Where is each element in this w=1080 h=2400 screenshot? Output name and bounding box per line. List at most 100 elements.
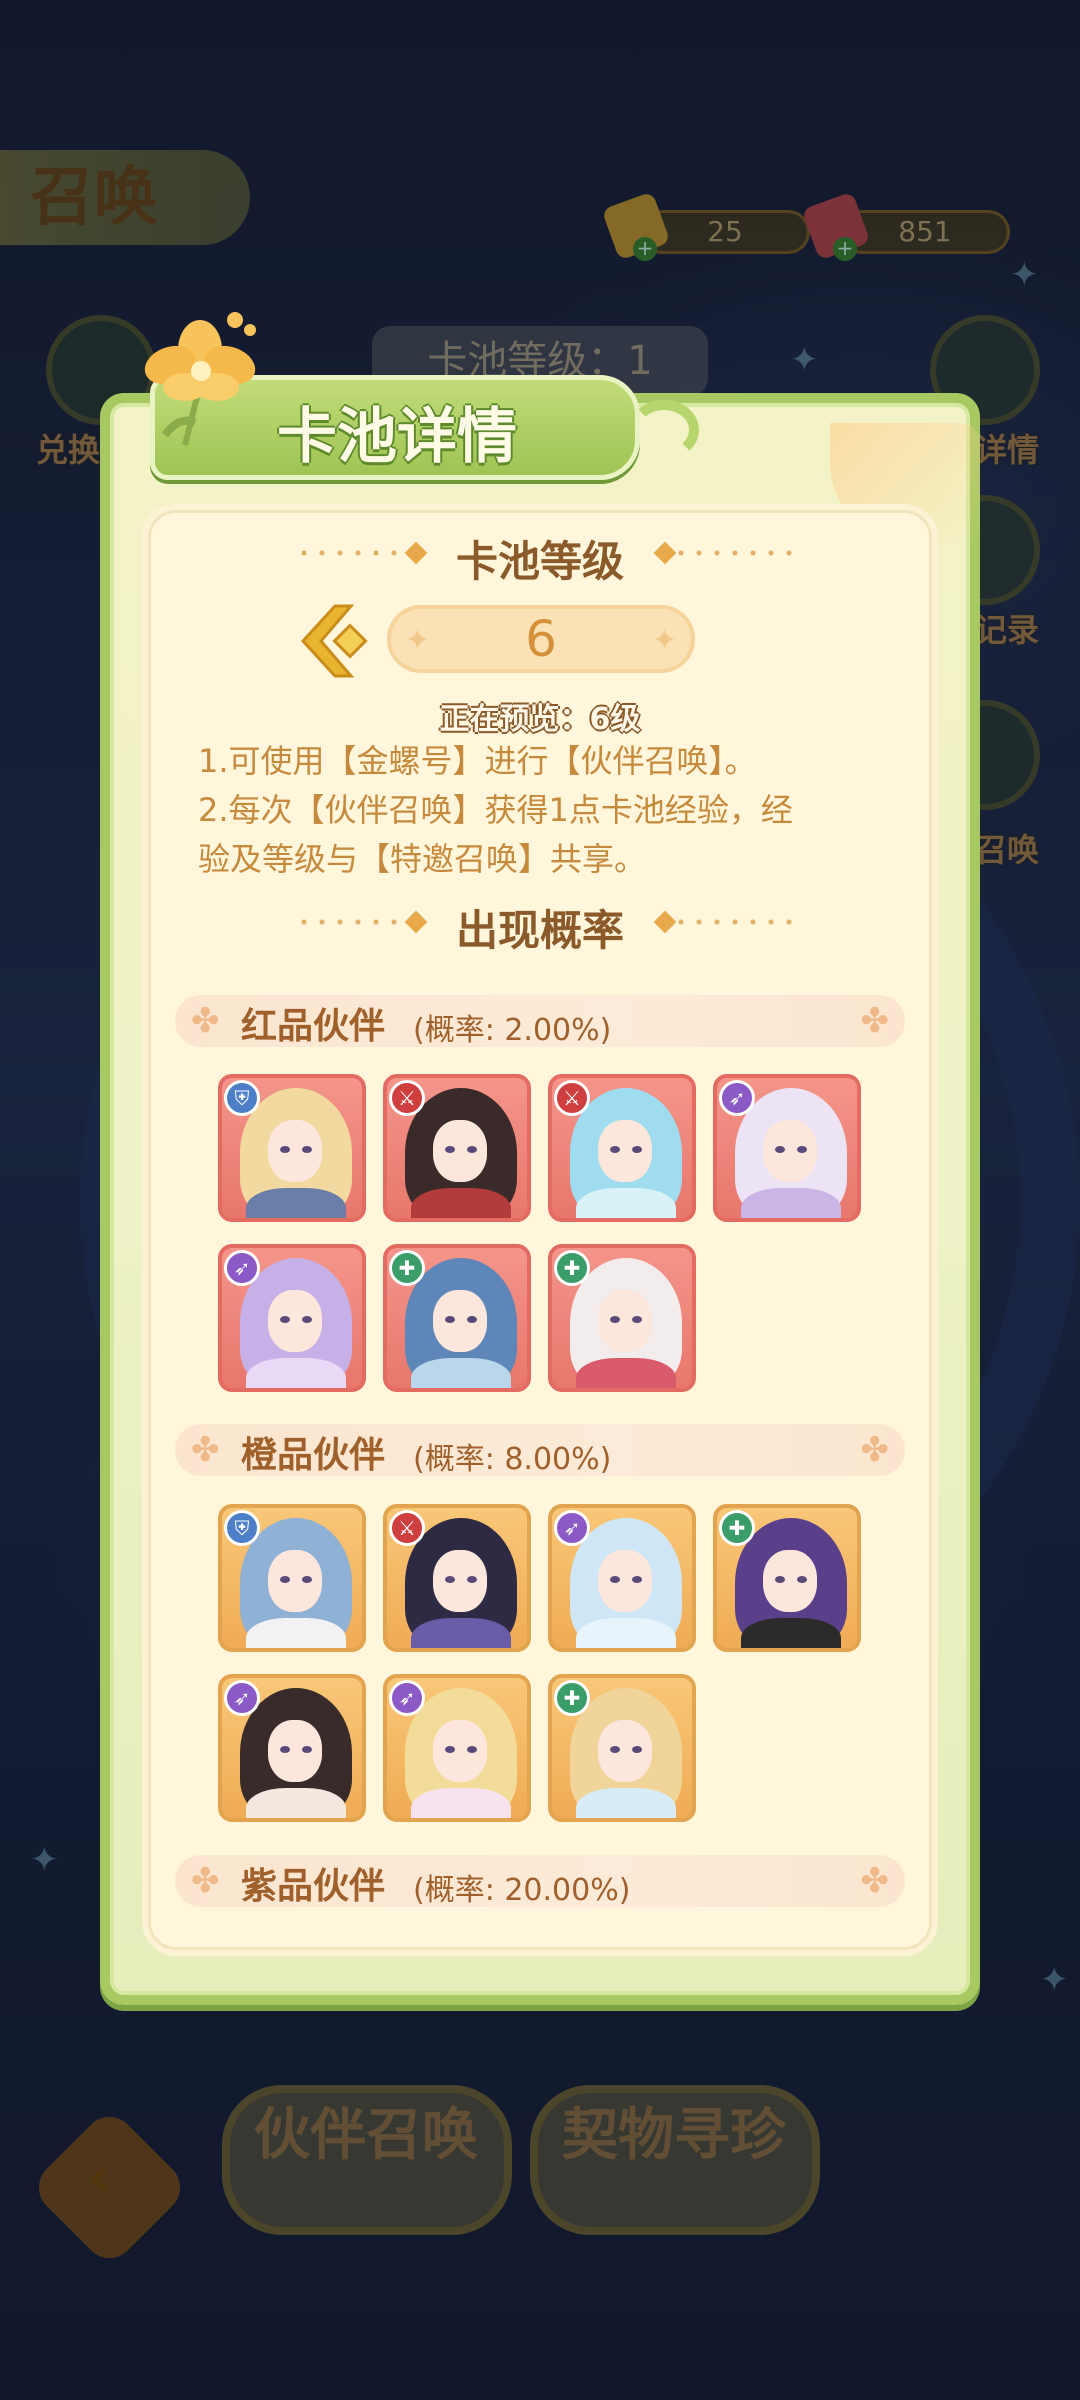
flower-icon xyxy=(144,312,256,446)
heal-icon: ✚ xyxy=(554,1250,590,1286)
tier-purple-header: ✤ 紫品伙伴 (概率: 20.00%) ✤ xyxy=(175,1855,905,1908)
clover-icon: ✤ xyxy=(191,1430,220,1470)
partner-card[interactable]: ✚ xyxy=(548,1674,696,1822)
diamond-decor xyxy=(404,910,428,934)
portrait-eye xyxy=(775,1146,785,1153)
portrait-eye xyxy=(632,1316,642,1323)
dots-decor xyxy=(672,919,802,925)
tier-name: 橙品伙伴 xyxy=(241,1435,386,1476)
portrait-eye xyxy=(302,1316,312,1323)
portrait-eye xyxy=(467,1146,477,1153)
rate-section-header: 出现概率 xyxy=(0,897,1080,958)
clover-icon: ✤ xyxy=(191,1001,220,1041)
portrait-eye xyxy=(632,1746,642,1753)
sword-icon: ⚔ xyxy=(389,1080,425,1116)
portrait-eye xyxy=(467,1746,477,1753)
shield-icon: ⛨ xyxy=(224,1510,260,1546)
swirl-decor xyxy=(629,400,699,460)
partner-card[interactable]: ➶ xyxy=(218,1244,366,1392)
dialog-title: 卡池详情 xyxy=(277,402,517,472)
portrait-eye xyxy=(445,1576,455,1583)
portrait-face xyxy=(598,1720,652,1782)
portrait-face xyxy=(598,1120,652,1182)
partner-card[interactable]: ⚔ xyxy=(383,1504,531,1652)
portrait-eye xyxy=(445,1316,455,1323)
sword-icon: ⚔ xyxy=(389,1510,425,1546)
tier-name: 紫品伙伴 xyxy=(241,1866,386,1907)
tier-name: 红品伙伴 xyxy=(241,1006,386,1047)
pool-description: 1.可使用【金螺号】进行【伙伴召唤】。 2.每次【伙伴召唤】获得1点卡池经验，经… xyxy=(198,737,848,884)
description-line: 1.可使用【金螺号】进行【伙伴召唤】。 xyxy=(198,742,757,780)
portrait-face xyxy=(763,1550,817,1612)
portrait-body xyxy=(246,1618,346,1648)
portrait-body xyxy=(576,1188,676,1218)
portrait-body xyxy=(411,1788,511,1818)
clover-icon: ✤ xyxy=(860,1861,890,1901)
heal-icon: ✚ xyxy=(719,1510,755,1546)
level-value: 6 xyxy=(525,610,557,668)
portrait-eye xyxy=(280,1316,290,1323)
sword-icon: ⚔ xyxy=(554,1080,590,1116)
partner-card[interactable]: ⚔ xyxy=(383,1074,531,1222)
partner-card[interactable]: ⚔ xyxy=(548,1074,696,1222)
clover-icon: ✤ xyxy=(860,1430,890,1470)
heal-icon: ✚ xyxy=(389,1250,425,1286)
portrait-eye xyxy=(445,1746,455,1753)
portrait-body xyxy=(246,1188,346,1218)
portrait-body xyxy=(411,1358,511,1388)
tier-orange-header: ✤ 橙品伙伴 (概率: 8.00%) ✤ xyxy=(175,1424,905,1477)
partner-card[interactable]: ➶ xyxy=(548,1504,696,1652)
diamond-decor xyxy=(404,541,428,565)
portrait-body xyxy=(411,1188,511,1218)
partner-card[interactable]: ✚ xyxy=(548,1244,696,1392)
partner-card[interactable]: ➶ xyxy=(383,1674,531,1822)
portrait-eye xyxy=(610,1576,620,1583)
tier-red-header: ✤ 红品伙伴 (概率: 2.00%) ✤ xyxy=(175,995,905,1048)
description-line: 2.每次【伙伴召唤】获得1点卡池经验，经 xyxy=(198,791,793,829)
portrait-eye xyxy=(302,1146,312,1153)
portrait-body xyxy=(246,1358,346,1388)
bow-icon: ➶ xyxy=(224,1250,260,1286)
portrait-body xyxy=(576,1358,676,1388)
partner-card[interactable]: ➶ xyxy=(713,1074,861,1222)
rate-section-title: 出现概率 xyxy=(455,906,624,955)
sparkle-decor: ✦ xyxy=(651,623,677,658)
clover-icon: ✤ xyxy=(191,1861,220,1901)
partner-card[interactable]: ✚ xyxy=(713,1504,861,1652)
portrait-face xyxy=(268,1120,322,1182)
portrait-body xyxy=(576,1618,676,1648)
partner-card[interactable]: ➶ xyxy=(218,1674,366,1822)
portrait-face xyxy=(433,1550,487,1612)
portrait-eye xyxy=(280,1576,290,1583)
heal-icon: ✚ xyxy=(554,1680,590,1716)
level-value-box: ✦ 6 ✦ xyxy=(387,605,695,673)
portrait-face xyxy=(433,1290,487,1352)
portrait-eye xyxy=(632,1146,642,1153)
preview-level-text: 正在预览：6级 xyxy=(439,702,641,737)
portrait-eye xyxy=(467,1316,477,1323)
portrait-body xyxy=(741,1188,841,1218)
portrait-eye xyxy=(445,1146,455,1153)
partner-card[interactable]: ⛨ xyxy=(218,1074,366,1222)
bow-icon: ➶ xyxy=(224,1680,260,1716)
portrait-eye xyxy=(280,1146,290,1153)
partner-card[interactable]: ⛨ xyxy=(218,1504,366,1652)
partner-card[interactable]: ✚ xyxy=(383,1244,531,1392)
bow-icon: ➶ xyxy=(719,1080,755,1116)
portrait-face xyxy=(763,1120,817,1182)
portrait-body xyxy=(576,1788,676,1818)
level-section-header: 卡池等级 xyxy=(0,528,1080,589)
level-arrow-icon xyxy=(300,604,368,678)
sparkle-decor: ✦ xyxy=(405,623,431,658)
portrait-face xyxy=(433,1120,487,1182)
dots-decor xyxy=(672,550,802,556)
tier-rate: (概率: 20.00%) xyxy=(413,1873,631,1908)
portrait-eye xyxy=(280,1746,290,1753)
portrait-eye xyxy=(797,1146,807,1153)
portrait-body xyxy=(246,1788,346,1818)
portrait-eye xyxy=(632,1576,642,1583)
portrait-body xyxy=(741,1618,841,1648)
clover-icon: ✤ xyxy=(860,1001,890,1041)
tier-rate: (概率: 8.00%) xyxy=(413,1442,612,1477)
portrait-eye xyxy=(610,1746,620,1753)
